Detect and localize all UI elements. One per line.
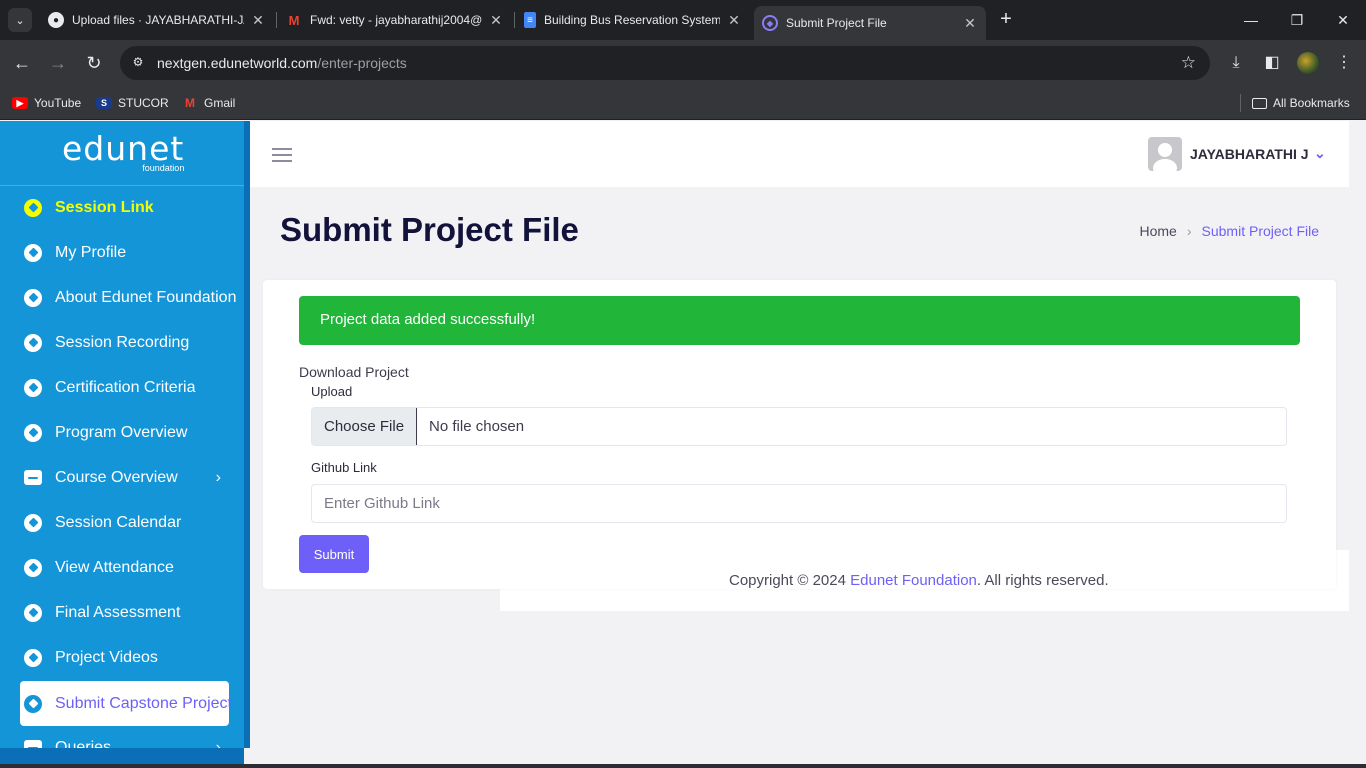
side-panel-icon[interactable]: ◧ <box>1261 52 1283 74</box>
tab-upload-files[interactable]: ● Upload files · JAYABHARATHI-J/ ✕ <box>40 6 274 34</box>
address-bar[interactable]: ⚙ nextgen.edunetworld.com/enter-projects… <box>120 46 1210 80</box>
reload-icon[interactable]: ↻ <box>82 51 106 75</box>
tab-search-chevron-icon[interactable]: ⌄ <box>8 8 32 32</box>
compass-icon <box>24 333 42 352</box>
compass-icon <box>24 288 42 307</box>
success-alert: Project data added successfully! <box>299 296 1300 345</box>
github-link-input[interactable] <box>311 484 1287 523</box>
sidebar-item-course-overview[interactable]: Course Overview › <box>20 455 229 500</box>
chevron-right-icon: › <box>215 738 221 749</box>
browser-tabstrip: ⌄ ● Upload files · JAYABHARATHI-J/ ✕ M F… <box>0 0 1366 40</box>
sidebar-item-my-profile[interactable]: My Profile <box>20 230 229 275</box>
tab-google-docs[interactable]: ≡ Building Bus Reservation System ✕ <box>516 6 750 34</box>
bookmark-gmail[interactable]: M Gmail <box>182 93 235 113</box>
compass-icon <box>24 558 42 577</box>
sidebar-item-about[interactable]: About Edunet Foundation <box>20 275 236 320</box>
upload-label: Upload <box>311 384 353 399</box>
sidebar-item-program-overview[interactable]: Program Overview <box>20 410 229 455</box>
briefcase-icon <box>24 470 42 485</box>
all-bookmarks[interactable]: All Bookmarks <box>1252 93 1350 113</box>
forward-arrow-icon[interactable]: → <box>46 51 70 75</box>
gmail-icon: M <box>288 12 300 28</box>
hamburger-menu-icon[interactable] <box>272 148 292 162</box>
submit-button[interactable]: Submit <box>299 535 369 573</box>
compass-icon <box>24 423 42 442</box>
page-title: Submit Project File <box>280 211 579 248</box>
browser-profile-avatar[interactable] <box>1297 52 1319 74</box>
github-label: Github Link <box>311 460 377 475</box>
youtube-icon: ▶ <box>12 97 28 109</box>
breadcrumb-home[interactable]: Home <box>1139 223 1176 239</box>
chevron-right-icon: › <box>215 468 221 486</box>
user-name[interactable]: JAYABHARATHI J <box>1190 146 1309 162</box>
sidebar-item-session-calendar[interactable]: Session Calendar <box>20 500 229 545</box>
stucor-icon: S <box>96 97 112 109</box>
compass-icon <box>24 378 42 397</box>
tab-gmail[interactable]: M Fwd: vetty - jayabharathij2004@ ✕ <box>278 6 512 34</box>
site-settings-icon[interactable]: ⚙ <box>130 55 146 71</box>
back-arrow-icon[interactable]: ← <box>10 51 34 75</box>
browser-toolbar: ← → ↻ ⚙ nextgen.edunetworld.com/enter-pr… <box>0 40 1366 86</box>
folder-icon <box>1252 97 1267 109</box>
chevron-down-icon[interactable]: ⌄ <box>1314 145 1326 162</box>
breadcrumb: Home › Submit Project File <box>1139 223 1319 239</box>
copyright: Copyright © 2024 Edunet Foundation. All … <box>729 572 1109 589</box>
compass-icon <box>24 648 42 667</box>
window-close-icon[interactable]: ✕ <box>1320 0 1366 40</box>
sidebar-item-session-recording[interactable]: Session Recording <box>20 320 229 365</box>
close-icon[interactable]: ✕ <box>488 12 504 29</box>
breadcrumb-current: Submit Project File <box>1201 223 1319 239</box>
site-favicon-icon: ◆ <box>762 15 778 31</box>
project-form-card: Project data added successfully! Downloa… <box>263 280 1336 589</box>
compass-icon <box>24 513 42 532</box>
bookmarks-bar: ▶ YouTube S STUCOR M Gmail All Bookmarks <box>0 86 1366 120</box>
section-label: Download Project <box>299 364 409 380</box>
file-upload-input[interactable]: Choose File No file chosen <box>311 407 1287 446</box>
close-icon[interactable]: ✕ <box>250 12 266 29</box>
compass-icon <box>24 243 42 262</box>
sidebar-item-submit-capstone[interactable]: Submit Capstone Project <box>20 681 232 726</box>
user-avatar[interactable] <box>1148 137 1182 171</box>
file-status: No file chosen <box>429 418 525 435</box>
url-text: nextgen.edunetworld.com/enter-projects <box>157 55 407 71</box>
page: edunet foundation Session Link My Profil… <box>0 121 1366 768</box>
restore-icon[interactable]: ❐ <box>1274 0 1320 40</box>
sidebar-item-session-link[interactable]: Session Link <box>20 185 229 230</box>
download-icon[interactable]: ⤓ <box>1225 52 1247 74</box>
sidebar: edunet foundation Session Link My Profil… <box>0 121 250 748</box>
breadcrumb-separator-icon: › <box>1186 223 1192 239</box>
tab-submit-project-file[interactable]: ◆ Submit Project File ✕ <box>754 6 986 40</box>
sidebar-item-queries[interactable]: Queries › <box>20 725 229 748</box>
compass-icon <box>24 198 42 217</box>
sidebar-item-project-videos[interactable]: Project Videos <box>20 635 229 680</box>
bookmark-youtube[interactable]: ▶ YouTube <box>12 93 81 113</box>
horizontal-scrollbar[interactable] <box>0 764 1366 768</box>
edunet-logo[interactable]: edunet foundation <box>62 131 184 174</box>
sidebar-item-certification-criteria[interactable]: Certification Criteria <box>20 365 229 410</box>
bookmark-stucor[interactable]: S STUCOR <box>96 93 169 113</box>
docs-icon: ≡ <box>524 12 536 28</box>
compass-icon <box>24 694 42 713</box>
compass-icon <box>24 603 42 622</box>
close-icon[interactable]: ✕ <box>726 12 742 29</box>
minimize-icon[interactable]: — <box>1228 0 1274 40</box>
github-icon: ● <box>48 12 64 28</box>
briefcase-icon <box>24 740 42 748</box>
sidebar-item-final-assessment[interactable]: Final Assessment <box>20 590 229 635</box>
edunet-foundation-link[interactable]: Edunet Foundation <box>850 572 977 589</box>
gmail-icon: M <box>185 96 195 110</box>
top-header: JAYABHARATHI J ⌄ <box>250 121 1349 187</box>
sidebar-item-view-attendance[interactable]: View Attendance <box>20 545 229 590</box>
bookmark-star-icon[interactable]: ☆ <box>1181 53 1196 73</box>
more-menu-icon[interactable]: ⋮ <box>1333 52 1355 74</box>
close-icon[interactable]: ✕ <box>962 15 978 32</box>
new-tab-button[interactable]: + <box>994 8 1018 32</box>
choose-file-button[interactable]: Choose File <box>312 408 418 445</box>
